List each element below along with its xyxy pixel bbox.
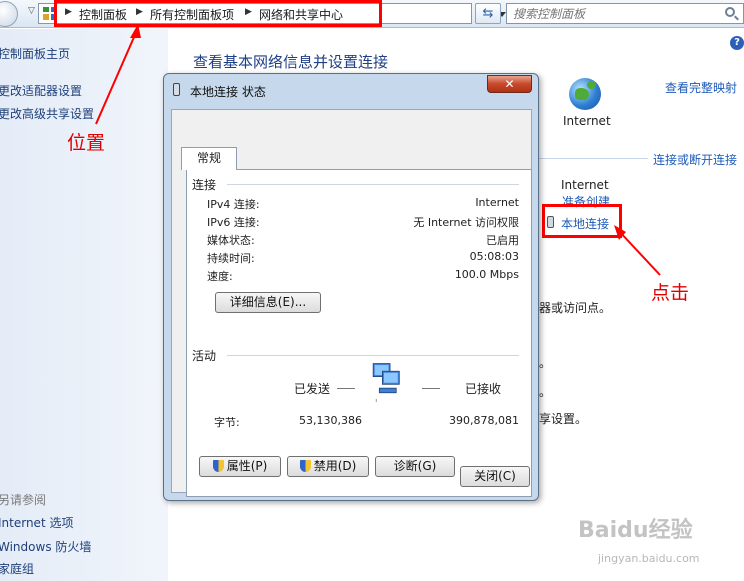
disable-button-label: 禁用(D) — [313, 459, 357, 473]
annotation-location-label: 位置 — [67, 132, 106, 154]
properties-button-label: 属性(P) — [226, 459, 268, 473]
received-dash — [422, 388, 440, 389]
properties-button[interactable]: 属性(P) — [199, 456, 281, 477]
details-button[interactable]: 详细信息(E)... — [215, 292, 321, 313]
diagnose-button[interactable]: 诊断(G) — [375, 456, 455, 477]
ipv4-value: Internet — [475, 196, 519, 209]
media-state-value: 已启用 — [486, 234, 519, 247]
bytes-sent-value: 53,130,386 — [299, 414, 362, 427]
sent-dash — [337, 388, 355, 389]
duration-label: 持续时间: — [207, 252, 255, 265]
network-activity-icon — [372, 363, 400, 402]
dialog-client-area: 常规 连接 IPv4 连接: Internet IPv6 连接: 无 Inter… — [171, 109, 532, 497]
group-divider — [227, 355, 519, 356]
received-label: 已接收 — [465, 382, 502, 396]
bytes-received-value: 390,878,081 — [449, 414, 519, 427]
activity-group-title: 活动 — [192, 347, 221, 364]
sent-label: 已发送 — [294, 382, 331, 396]
ipv6-value: 无 Internet 访问权限 — [413, 216, 519, 229]
uac-shield-icon — [299, 460, 311, 472]
local-connection-status-dialog: 本地连接 状态 ✕ 常规 连接 IPv4 连接: Internet IPv6 连… — [163, 73, 539, 501]
uac-shield-icon — [212, 460, 224, 472]
speed-value: 100.0 Mbps — [454, 268, 519, 281]
speed-label: 速度: — [207, 270, 233, 283]
watermark-url: jingyan.baidu.com — [598, 552, 700, 565]
dialog-close-icon[interactable]: ✕ — [487, 75, 532, 93]
disable-button[interactable]: 禁用(D) — [287, 456, 369, 477]
dialog-title: 本地连接 状态 — [190, 85, 266, 99]
annotation-click-label: 点击 — [651, 282, 690, 304]
ipv4-label: IPv4 连接: — [207, 198, 260, 211]
tab-panel: 连接 IPv4 连接: Internet IPv6 连接: 无 Internet… — [186, 169, 532, 497]
connection-group-title: 连接 — [192, 176, 221, 193]
tab-general[interactable]: 常规 — [181, 147, 237, 170]
ipv6-label: IPv6 连接: — [207, 216, 260, 229]
group-divider — [227, 184, 519, 185]
duration-value: 05:08:03 — [469, 250, 519, 263]
bytes-label: 字节: — [214, 416, 240, 429]
watermark-logo: Baidu经验 — [578, 518, 693, 543]
media-state-label: 媒体状态: — [207, 234, 255, 247]
network-adapter-icon — [173, 83, 180, 96]
close-button[interactable]: 关闭(C) — [460, 466, 530, 487]
